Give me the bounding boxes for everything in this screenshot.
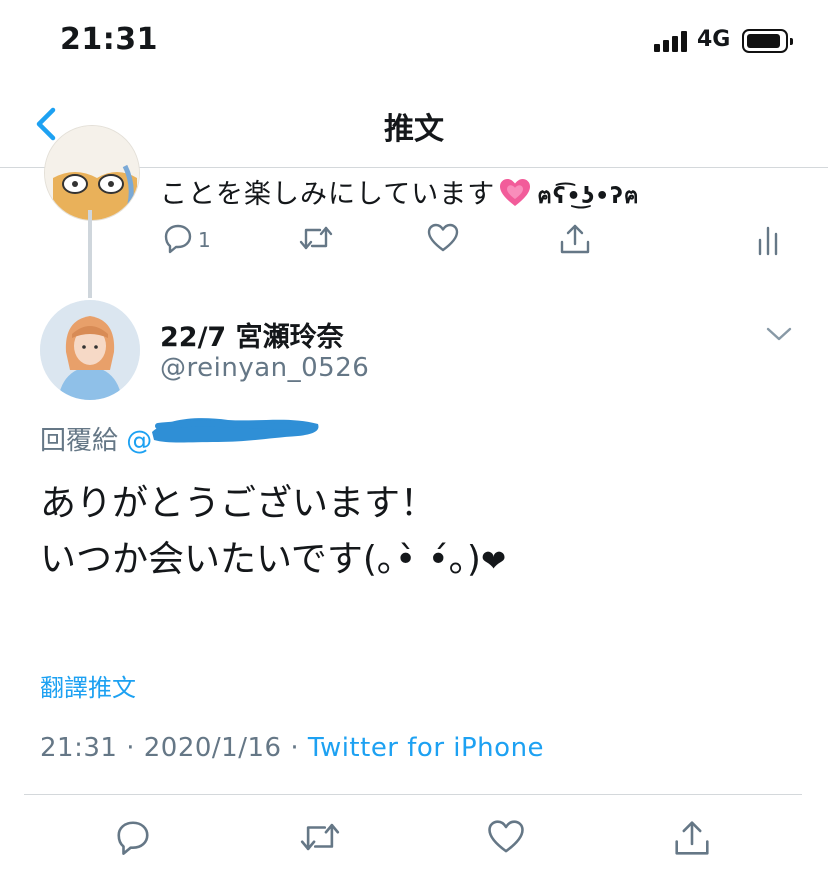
share-icon [675,821,709,855]
previous-share-button[interactable] [558,222,592,260]
tweet-time: 21:31 [40,733,118,763]
tweet-source[interactable]: Twitter for iPhone [308,733,544,763]
thread-connector [88,210,92,298]
meta-separator: · [126,733,135,763]
tweet-text-line-2: いつか会いたいです(｡•̀ •́｡) [40,539,481,580]
tweet-date: 2020/1/16 [143,733,282,763]
retweet-button[interactable] [298,818,342,860]
reply-icon [117,821,149,855]
reply-button[interactable] [114,818,152,860]
previous-retweet-button[interactable] [298,222,334,258]
share-icon [560,224,590,254]
previous-tweet-body: ことを楽しみにしています [160,179,496,210]
translate-tweet-link[interactable]: 翻譯推文 [40,668,136,703]
reply-icon [164,224,192,254]
avatar[interactable] [40,300,140,400]
previous-tweet-kaomoji: ฅʕ͡•͜ʖ•ʔฅ [537,184,640,209]
previous-tweet-avatar[interactable] [44,125,140,221]
previous-like-button[interactable] [426,222,460,258]
growing-heart-icon [500,179,531,206]
reply-count: 1 [198,228,211,252]
previous-tweet-actions: 1 [160,222,800,262]
signal-strength-icon [654,30,690,52]
tweet-actions [0,818,828,868]
user-handle[interactable]: @reinyan_0526 [160,353,369,383]
caret-down-icon [766,327,792,341]
tweet-menu-button[interactable] [764,322,794,346]
divider [24,794,802,795]
previous-tweet-text: ことを楽しみにしています ฅʕ͡•͜ʖ•ʔฅ [160,172,640,213]
tweet-metadata: 21:31 · 2020/1/16 · Twitter for iPhone [40,733,544,763]
previous-reply-button[interactable]: 1 [162,222,211,258]
status-bar: 21:31 4G [0,0,828,82]
like-button[interactable] [486,818,526,860]
black-heart-icon: ❤ [480,544,507,579]
status-time: 21:31 [60,22,158,57]
like-icon [488,820,524,853]
retweet-icon [300,823,340,851]
retweet-icon [299,226,333,250]
analytics-icon [758,226,778,256]
display-name[interactable]: 22/7 宮瀬玲奈 [160,315,344,354]
previous-analytics-button[interactable] [756,222,782,260]
tweet-text: ありがとうございます！ いつか会いたいです(｡•̀ •́｡)❤ [40,476,800,590]
tweet-text-line-2-wrap: いつか会いたいです(｡•̀ •́｡)❤ [40,532,800,590]
battery-icon [742,29,793,53]
meta-separator: · [290,733,300,763]
network-type: 4G [697,27,731,52]
share-button[interactable] [672,818,712,862]
like-icon [427,223,459,252]
tweet-text-line-1: ありがとうございます！ [40,483,437,524]
reply-prefix: 回覆給 [40,426,119,456]
reply-context: 回覆給 @ [40,420,152,457]
redaction-scribble [152,418,319,443]
